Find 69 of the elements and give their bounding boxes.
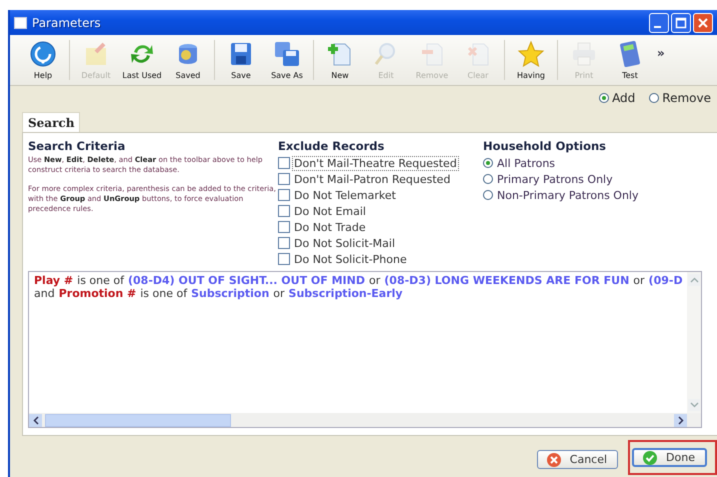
radio-label: Primary Patrons Only [497,172,613,186]
tab[interactable]: Search [22,112,80,132]
criteria-text: and [34,287,55,300]
star-icon [517,40,545,68]
criteria-value: (08-D4) OUT OF SIGHT... OUT OF MIND [128,274,365,287]
checkbox[interactable] [278,173,290,185]
checkbox-label: Don't Mail-Theatre Requested [292,156,459,170]
criteria-text: is one of [140,287,188,300]
radio-label: Non-Primary Patrons Only [497,188,639,202]
cancel-button[interactable]: Cancel [536,450,618,469]
radio-button[interactable] [483,158,493,168]
toolbar-button[interactable]: Having [508,40,554,80]
section-heading: Exclude Records [278,139,386,153]
checkbox-label: Don't Mail-Patron Requested [293,172,452,186]
radio-label: All Patrons [497,156,556,170]
checkbox-label: Do Not Solicit-Phone [293,252,408,266]
radio-button[interactable] [483,174,493,184]
criteria-text: or [633,274,645,287]
minimize-button[interactable] [649,12,669,32]
window-title: Parameters [32,16,102,30]
checkbox-label: Do Not Solicit-Mail [293,236,396,250]
checkbox-label: Do Not Telemarket [293,188,397,202]
scroll-thumb[interactable] [45,414,231,426]
checkbox[interactable] [278,253,290,265]
criteria-value: (09-D [648,274,683,287]
checkbox[interactable] [278,189,290,201]
done-button[interactable]: Done [632,448,707,467]
toolbar-button[interactable]: Test [607,40,653,80]
minimize-icon [654,26,660,28]
toolbar-button[interactable]: New [317,40,363,80]
horizontal-scrollbar[interactable] [29,413,701,427]
maximize-icon [675,16,687,28]
criteria-text: is one of [77,274,124,287]
window-icon [14,16,27,28]
cancel-icon [546,452,562,468]
criteria-value: (08-D3) LONG WEEKENDS ARE FOR FUN [384,274,630,287]
maximize-button[interactable] [671,12,691,32]
field-name: Play # [34,274,74,287]
printer-icon [570,40,598,68]
criteria-text: or [273,287,285,300]
checkbox-label: Do Not Email [293,204,367,218]
scroll-left-icon[interactable] [29,414,42,426]
field-name: Promotion # [58,287,136,300]
option-label: Add [612,91,636,105]
criteria-text: or [369,274,380,287]
radio-button[interactable] [483,190,493,200]
checkbox[interactable] [278,157,290,169]
criteria-value: Subscription-Early [288,287,403,300]
checkbox[interactable] [278,205,290,217]
toolbar-button[interactable]: Saved [165,40,211,80]
close-button[interactable] [693,12,713,32]
radio-button[interactable] [649,93,660,103]
toolbar-button[interactable]: Save [218,40,264,80]
checkbox[interactable] [278,237,290,249]
toolbar-button[interactable]: Last Used [119,40,165,80]
radio-button[interactable] [599,93,610,103]
scroll-right-icon[interactable] [674,414,687,426]
option-label: Remove [662,91,711,105]
more-button[interactable]: » [653,46,669,60]
floppy-disks-icon [273,40,301,68]
toolbar-button[interactable]: Save As [264,40,310,80]
section-heading: Search Criteria [28,139,126,153]
toolbar-button[interactable]: Help [20,40,66,80]
checkbox-label: Do Not Trade [293,220,367,234]
criteria-value: Subscription [191,287,270,300]
checkbox[interactable] [278,221,290,233]
section-heading: Household Options [483,139,608,153]
close-icon [697,16,709,28]
checkmark-icon [642,450,658,466]
